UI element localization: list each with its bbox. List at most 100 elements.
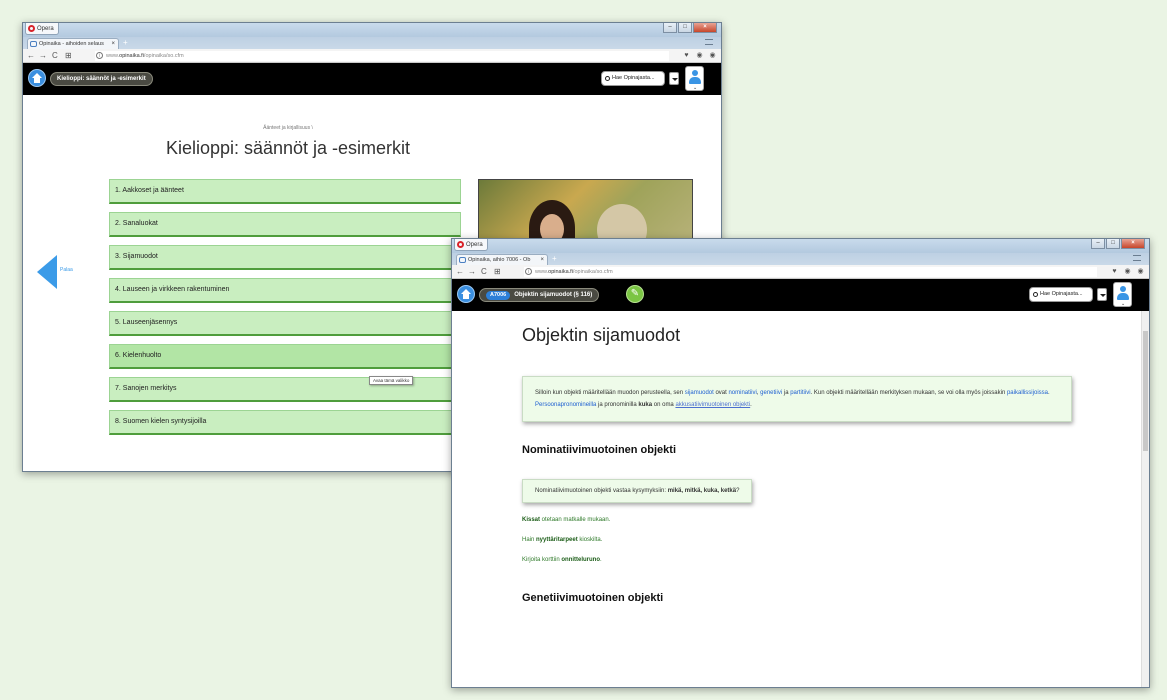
url-domain: opinaika.fi (119, 53, 144, 59)
search-dropdown-button[interactable] (1097, 288, 1107, 301)
title-bar: Opera – □ × (452, 239, 1149, 253)
intro-text: ja (782, 390, 791, 396)
vpn-icon[interactable]: ◉ (695, 51, 704, 60)
site-header: A7006 Objektin sijamuodot (§ 116) ✎ Hae O… (452, 279, 1149, 311)
opera-label: Opera (466, 242, 483, 248)
link-genetiivi[interactable]: genetiivi (760, 390, 782, 396)
speed-dial-icon[interactable]: ⊞ (65, 51, 72, 61)
search-input[interactable]: Hae Opinajasta... (1029, 287, 1093, 302)
back-label[interactable]: Palaa (60, 267, 73, 273)
search-dropdown-button[interactable] (669, 72, 679, 85)
home-icon[interactable] (28, 69, 46, 87)
link-persoonapronomineilla[interactable]: Persoonapronomineilla (535, 402, 596, 408)
intro-text: . (750, 402, 752, 408)
menu-item[interactable]: 3. Sijamuodot (109, 245, 461, 270)
tab-close-icon[interactable]: × (111, 39, 115, 49)
search-placeholder: Hae Opinajasta... (612, 75, 655, 81)
example-pre: Hain (522, 537, 537, 543)
forward-nav-icon[interactable]: → (39, 51, 47, 61)
site-info-icon[interactable]: i (96, 52, 103, 59)
menu-item[interactable]: 5. Lauseenjäsennys (109, 311, 461, 336)
tooltip: Avaa tämä valikko (369, 376, 414, 385)
extension-icon[interactable]: ◉ (708, 51, 717, 60)
breadcrumb-pill[interactable]: Kielioppi: säännöt ja -esimerkit (50, 72, 153, 86)
vpn-icon[interactable]: ◉ (1123, 267, 1132, 276)
browser-tab[interactable]: Opinaika - aihoiden selaus × (27, 38, 119, 49)
extension-icon[interactable]: ◉ (1136, 267, 1145, 276)
intro-text: . Kun objekti määritellään merkityksen m… (810, 390, 1007, 396)
page-scrollbar[interactable] (1141, 311, 1149, 687)
menu-item[interactable]: 4. Lauseen ja virkkeen rakentuminen (109, 278, 461, 303)
favicon-icon (30, 41, 37, 47)
tab-close-icon[interactable]: × (540, 255, 544, 265)
small-breadcrumb[interactable]: Äänteet ja kirjallisuus \ (23, 125, 553, 131)
favicon-icon (459, 257, 466, 263)
question-text: Nominatiivimuotoinen objekti vastaa kysy… (535, 488, 668, 494)
search-input[interactable]: Hae Opinajasta... (601, 71, 665, 86)
link-partitiivi[interactable]: partitiivi (790, 390, 810, 396)
close-window-button[interactable]: × (1121, 239, 1145, 249)
user-icon[interactable]: ⌄ (1113, 282, 1132, 307)
url-prefix: www. (106, 53, 120, 59)
forward-nav-icon[interactable]: → (468, 267, 476, 277)
maximize-button[interactable]: □ (678, 23, 692, 33)
site-info-icon[interactable]: i (525, 268, 532, 275)
tab-bar: Opinaika, aihio 7006 - Ob × + (452, 253, 1149, 265)
url-field[interactable]: i www.opinaika.fi/opinaika/so.cfm (95, 51, 669, 61)
example-object: nyyttäritarpeet (536, 537, 578, 543)
title-bar: Opera – □ × (23, 23, 721, 37)
question-end: ? (736, 488, 740, 494)
close-window-button[interactable]: × (693, 23, 717, 33)
window-controls: – □ × (662, 23, 717, 33)
example-sentence: Kirjoita korttiin onnitteluruno. (522, 557, 1082, 563)
search-placeholder: Hae Opinajasta... (1040, 291, 1083, 297)
link-paikallissijoissa[interactable]: paikallissijoissa (1007, 390, 1048, 396)
example-object: Kissat (522, 517, 541, 523)
maximize-button[interactable]: □ (1106, 239, 1120, 249)
address-bar: ← → C ⊞ i www.opinaika.fi/opinaika/so.cf… (452, 265, 1149, 279)
menu-item[interactable]: 2. Sanaluokat (109, 212, 461, 237)
url-field[interactable]: i www.opinaika.fi/opinaika/so.cfm (524, 267, 1097, 277)
opera-menu-button[interactable]: Opera (454, 239, 488, 251)
menu-item[interactable]: 8. Suomen kielen syntysijoilla (109, 410, 461, 435)
new-tab-button[interactable]: + (123, 38, 128, 48)
tab-menu-icon[interactable] (1133, 255, 1141, 261)
minimize-button[interactable]: – (663, 23, 677, 33)
speed-dial-icon[interactable]: ⊞ (494, 267, 501, 277)
minimize-button[interactable]: – (1091, 239, 1105, 249)
url-prefix: www. (535, 269, 549, 275)
intro-text: . (1047, 390, 1050, 396)
heart-icon[interactable]: ♥ (1110, 267, 1119, 276)
tab-title: Opinaika - aihoiden selaus (39, 41, 104, 47)
back-nav-icon[interactable]: ← (27, 51, 35, 61)
breadcrumb-pill[interactable]: A7006 Objektin sijamuodot (§ 116) (479, 288, 600, 302)
tab-menu-icon[interactable] (705, 39, 713, 45)
tab-title: Opinaika, aihio 7006 - Ob (468, 257, 531, 263)
new-tab-button[interactable]: + (552, 254, 557, 264)
menu-item-hovered[interactable]: 6. Kielenhuolto (109, 344, 461, 369)
scrollbar-thumb[interactable] (1143, 331, 1148, 451)
example-rest: . (600, 557, 602, 563)
intro-box: Silloin kun objekti määritellään muodon … (522, 376, 1072, 422)
wrench-icon[interactable]: ✎ (626, 285, 644, 303)
browser-tab[interactable]: Opinaika, aihio 7006 - Ob × (456, 254, 548, 265)
opera-logo-icon (457, 241, 464, 248)
back-arrow-icon[interactable] (37, 255, 57, 289)
user-icon[interactable]: ⌄ (685, 66, 704, 91)
reload-icon[interactable]: C (52, 51, 58, 61)
link-sijamuodot[interactable]: sijamuodot (685, 390, 714, 396)
link-akkusatiivimuotoinen-objekti[interactable]: akkusatiivimuotoinen objekti (675, 402, 750, 408)
intro-bold: kuka (638, 402, 653, 408)
heart-icon[interactable]: ♥ (682, 51, 691, 60)
opera-label: Opera (37, 26, 54, 32)
back-nav-icon[interactable]: ← (456, 267, 464, 277)
search-icon (1033, 292, 1038, 297)
intro-text: ovat (713, 390, 729, 396)
intro-text: on oma (652, 402, 676, 408)
home-icon[interactable] (457, 285, 475, 303)
topic-menu: 1. Aakkoset ja äänteet 2. Sanaluokat 3. … (109, 179, 461, 443)
link-nominatiivi[interactable]: nominatiivi (728, 390, 756, 396)
menu-item[interactable]: 1. Aakkoset ja äänteet (109, 179, 461, 204)
reload-icon[interactable]: C (481, 267, 487, 277)
opera-menu-button[interactable]: Opera (25, 23, 59, 35)
